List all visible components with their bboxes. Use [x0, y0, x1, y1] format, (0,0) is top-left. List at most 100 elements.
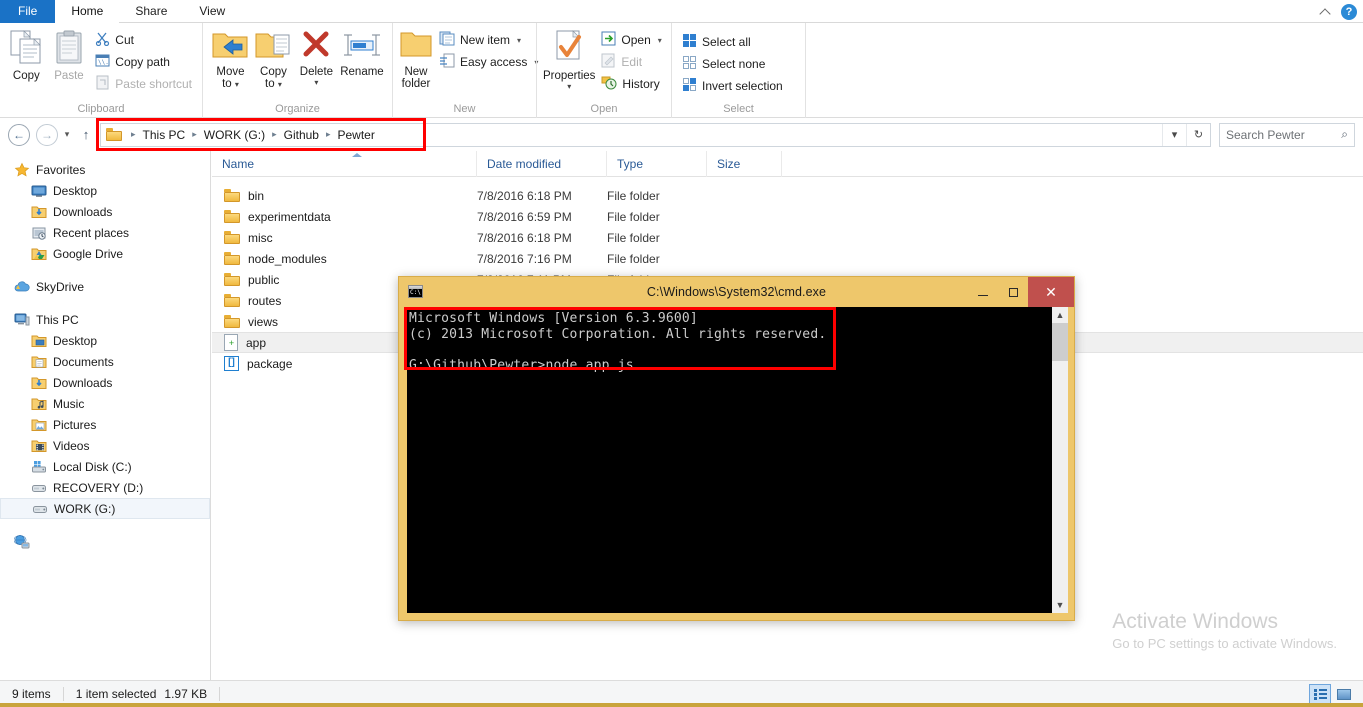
refresh-icon[interactable]: ↻ — [1186, 123, 1210, 146]
tab-view[interactable]: View — [183, 0, 241, 23]
sidebar-item-local-disk-c[interactable]: Local Disk (C:) — [0, 456, 210, 477]
copy-path-button[interactable]: \\.. Copy path — [91, 52, 196, 72]
cut-button[interactable]: Cut — [91, 30, 196, 50]
address-dropdown-icon[interactable]: ▾ — [1162, 123, 1186, 146]
google-drive-icon — [31, 246, 47, 262]
table-row[interactable]: experimentdata 7/8/2016 6:59 PM File fol… — [212, 206, 1363, 227]
sidebar-item-recovery-d[interactable]: RECOVERY (D:) — [0, 477, 210, 498]
large-icons-view-button[interactable] — [1333, 684, 1355, 704]
rename-icon — [342, 30, 382, 63]
scroll-down-icon[interactable]: ▼ — [1052, 597, 1068, 613]
sidebar-item-downloads-fav[interactable]: Downloads — [0, 201, 210, 222]
file-name-cell: bin — [212, 189, 477, 203]
ribbon-group-open: Properties ▾ Open ▾ Edit History Open — [536, 23, 671, 118]
back-button[interactable]: ← — [8, 123, 30, 146]
properties-button[interactable]: Properties ▾ — [543, 26, 595, 91]
music-folder-icon — [31, 396, 47, 412]
group-label-clipboard: Clipboard — [77, 103, 125, 115]
sidebar-item-desktop-fav[interactable]: Desktop — [0, 180, 210, 201]
breadcrumb-pewter[interactable]: Pewter — [336, 128, 377, 142]
sidebar-item-this-pc[interactable]: This PC — [0, 309, 210, 330]
sidebar-item-favorites[interactable]: Favorites — [0, 159, 210, 180]
easy-access-label: Easy access — [460, 55, 528, 69]
delete-caret-icon[interactable]: ▾ — [314, 79, 318, 87]
paste-button[interactable]: Paste — [49, 26, 90, 82]
scroll-up-icon[interactable]: ▲ — [1052, 307, 1068, 323]
tab-share[interactable]: Share — [119, 0, 183, 23]
column-header-date-modified[interactable]: Date modified — [477, 150, 607, 177]
cmd-title-bar[interactable]: C:\ C:\Windows\System32\cmd.exe ✕ — [399, 277, 1074, 307]
easy-access-button[interactable]: Easy access ▾ — [435, 52, 542, 72]
maximize-button[interactable] — [998, 277, 1028, 307]
tab-home[interactable]: Home — [55, 0, 120, 23]
cmd-line-3: G:\Github\Pewter>node app.js — [409, 357, 634, 373]
column-header-name[interactable]: Name — [212, 150, 477, 177]
details-view-button[interactable] — [1309, 684, 1331, 704]
folder-icon — [224, 231, 240, 244]
open-button[interactable]: Open ▾ — [597, 30, 665, 50]
column-header-type[interactable]: Type — [607, 150, 707, 177]
close-button[interactable]: ✕ — [1028, 277, 1074, 307]
edit-icon — [601, 53, 616, 71]
sidebar-item-desktop-pc[interactable]: Desktop — [0, 330, 210, 351]
file-name: bin — [248, 188, 265, 203]
cmd-console-body[interactable]: Microsoft Windows [Version 6.3.9600] (c)… — [407, 307, 1068, 613]
up-button[interactable]: ↑ — [76, 127, 96, 142]
sidebar-item-documents[interactable]: Documents — [0, 351, 210, 372]
status-separator — [62, 687, 64, 701]
table-row[interactable]: bin 7/8/2016 6:18 PM File folder — [212, 185, 1363, 206]
file-name: experimentdata — [248, 209, 331, 224]
search-box[interactable]: Search Pewter ⌕ — [1219, 122, 1355, 147]
chevron-down-icon[interactable]: ▾ — [658, 36, 662, 45]
tab-file[interactable]: File — [0, 0, 56, 23]
breadcrumb-this-pc[interactable]: This PC — [141, 128, 188, 142]
invert-selection-button[interactable]: Invert selection — [678, 76, 787, 96]
sidebar-item-downloads-pc[interactable]: Downloads — [0, 372, 210, 393]
sidebar-item-recent-places[interactable]: Recent places — [0, 222, 210, 243]
search-input[interactable]: Search Pewter — [1226, 128, 1341, 142]
forward-button[interactable]: → — [36, 123, 58, 146]
chevron-up-icon[interactable] — [1320, 6, 1332, 18]
select-all-button[interactable]: Select all — [678, 32, 787, 52]
sidebar-item-google-drive[interactable]: Google Drive — [0, 243, 210, 264]
table-row[interactable]: node_modules 7/8/2016 7:16 PM File folde… — [212, 248, 1363, 269]
column-header-size[interactable]: Size — [707, 150, 782, 177]
address-bar[interactable]: ▸ This PC ▸ WORK (G:) ▸ Github ▸ Pewter … — [96, 117, 1211, 151]
edit-button[interactable]: Edit — [597, 52, 665, 72]
select-none-button[interactable]: Select none — [678, 54, 787, 74]
chevron-down-icon[interactable]: ▾ — [517, 36, 521, 45]
sidebar-item-skydrive[interactable]: SkyDrive — [0, 276, 210, 297]
cmd-scrollbar[interactable]: ▲ ▼ — [1051, 307, 1068, 613]
breadcrumb-github[interactable]: Github — [282, 128, 321, 142]
scrollbar-track[interactable] — [1052, 323, 1068, 597]
search-icon[interactable]: ⌕ — [1341, 127, 1348, 142]
copy-to-button[interactable]: Copy to ▾ — [252, 26, 295, 90]
copy-button[interactable]: Copy — [6, 26, 47, 82]
move-to-button[interactable]: Move to ▾ — [209, 26, 252, 90]
rename-button[interactable]: Rename — [338, 26, 386, 78]
sidebar-item-videos[interactable]: Videos — [0, 435, 210, 456]
delete-button[interactable]: Delete ▾ — [295, 26, 338, 87]
scrollbar-thumb[interactable] — [1052, 323, 1068, 361]
folder-icon — [224, 189, 240, 202]
json-file-icon: [] — [224, 356, 239, 371]
properties-caret-icon[interactable]: ▾ — [567, 83, 571, 91]
sidebar-item-work-g[interactable]: WORK (G:) — [0, 498, 210, 519]
history-button[interactable]: History — [597, 74, 665, 94]
sidebar-item-pictures[interactable]: Pictures — [0, 414, 210, 435]
breadcrumb-work-g[interactable]: WORK (G:) — [202, 128, 267, 142]
folder-icon — [224, 315, 240, 328]
cmd-window[interactable]: C:\ C:\Windows\System32\cmd.exe ✕ Micros… — [398, 276, 1075, 621]
recent-locations-button[interactable]: ▾ — [58, 129, 76, 140]
table-row[interactable]: misc 7/8/2016 6:18 PM File folder — [212, 227, 1363, 248]
help-icon[interactable]: ? — [1341, 3, 1357, 20]
minimize-button[interactable] — [968, 277, 998, 307]
new-item-button[interactable]: New item ▾ — [435, 30, 542, 50]
star-icon — [14, 162, 30, 178]
paste-shortcut-button[interactable]: Paste shortcut — [91, 74, 196, 94]
new-folder-button[interactable]: New folder — [399, 26, 433, 90]
sidebar-item-network[interactable] — [0, 531, 210, 552]
copy-icon — [10, 30, 42, 67]
file-name: public — [248, 272, 280, 287]
sidebar-item-music[interactable]: Music — [0, 393, 210, 414]
